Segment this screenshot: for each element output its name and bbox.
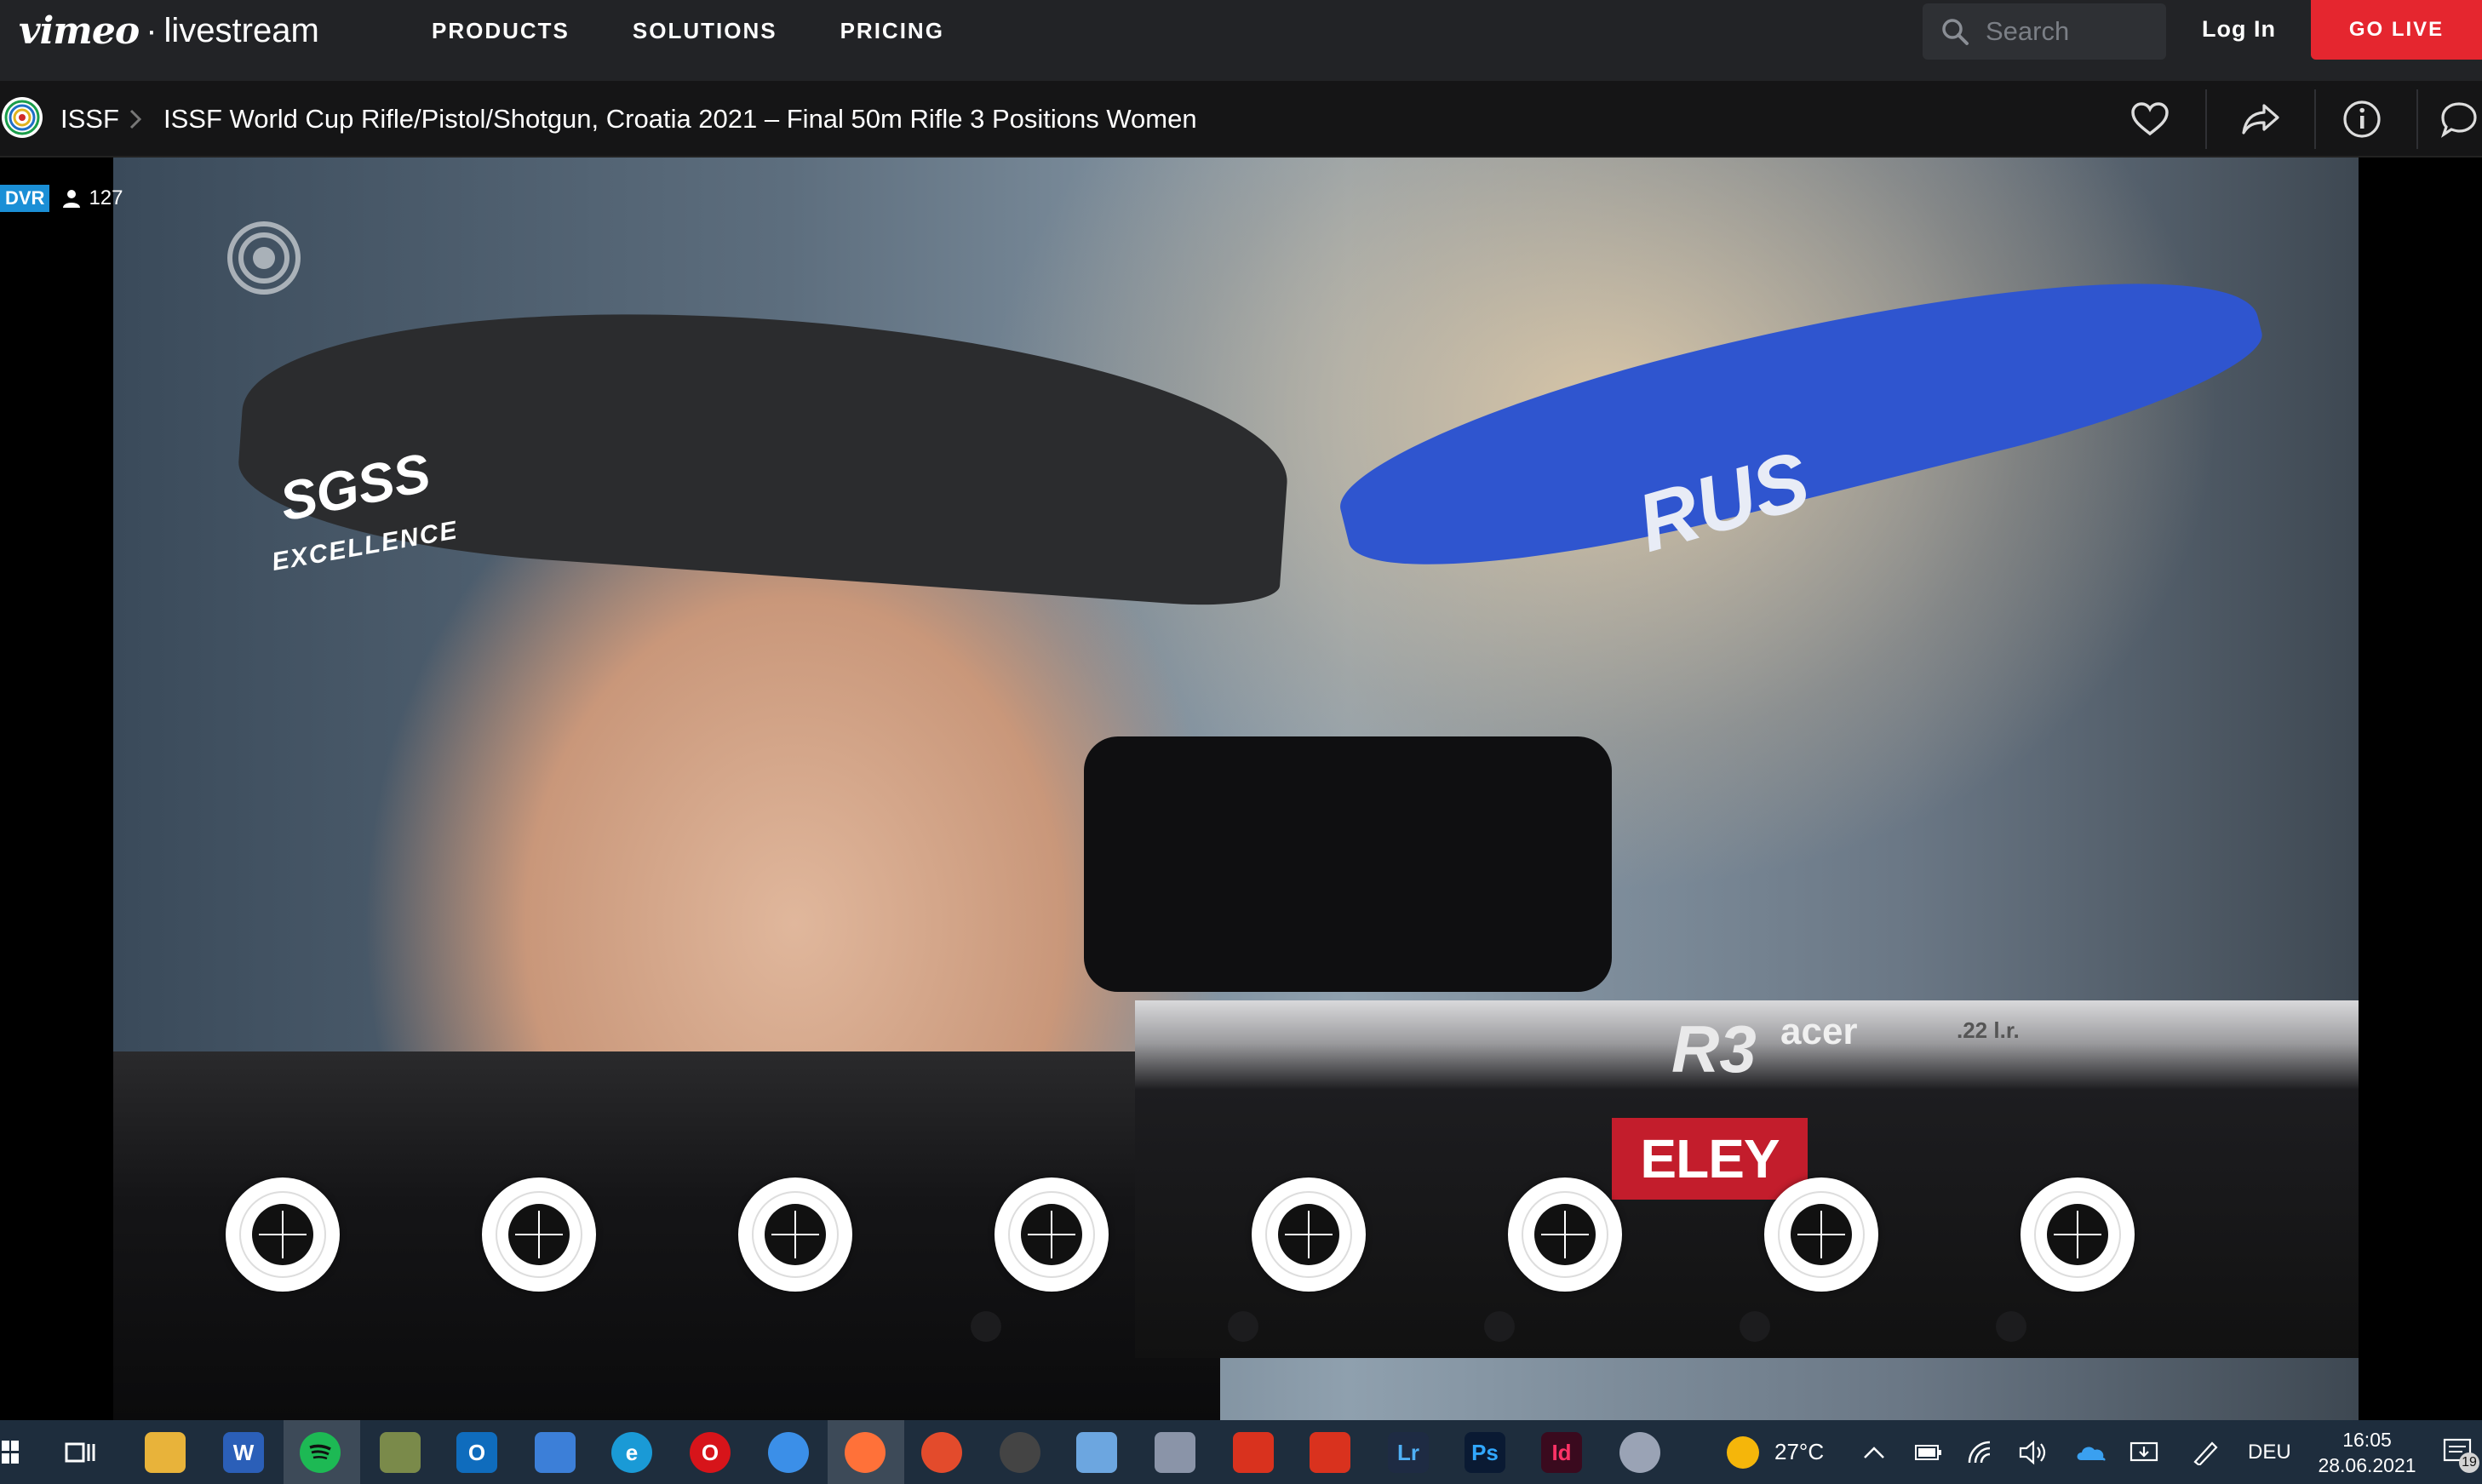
chevron-up-icon[interactable]: [1861, 1420, 1887, 1484]
heart-icon: [2131, 102, 2169, 136]
like-button[interactable]: [2120, 81, 2180, 158]
divider: [2205, 89, 2207, 149]
rifle-text-acer: acer: [1780, 1011, 1858, 1052]
lightroom-icon[interactable]: Lr: [1388, 1432, 1429, 1473]
target-1: [226, 1177, 340, 1292]
spotify-icon[interactable]: [300, 1432, 341, 1473]
pen-icon[interactable]: [2190, 1420, 2221, 1484]
photoshop-icon[interactable]: Ps: [1465, 1432, 1505, 1473]
page-title: ISSF World Cup Rifle/Pistol/Shotgun, Cro…: [163, 104, 1197, 134]
battery-icon[interactable]: [1914, 1420, 1943, 1484]
main-nav: PRODUCTS SOLUTIONS PRICING: [432, 0, 1007, 61]
system-clock[interactable]: 16:05 28.06.2021: [2299, 1427, 2435, 1478]
app-icon[interactable]: [1619, 1432, 1660, 1473]
person-icon: [63, 190, 81, 208]
start-icon[interactable]: [0, 1432, 20, 1473]
search-icon: [1942, 19, 1969, 45]
video-player[interactable]: DVR 127 SGSS EXCELLENCE RUS R3 acer .22 …: [0, 158, 2482, 1420]
target-2: [482, 1177, 596, 1292]
search-input[interactable]: Search: [1923, 3, 2166, 60]
divider: [2416, 89, 2418, 149]
dvr-badge: DVR: [0, 185, 50, 212]
volume-icon[interactable]: [2018, 1420, 2049, 1484]
info-icon: [2343, 100, 2381, 138]
shot-marker: [971, 1311, 1001, 1342]
issf-watermark-icon: [227, 221, 301, 295]
brand-separator: ·: [146, 11, 158, 49]
windows-taskbar: W O e O Lr Ps Id 27°C DEU 16:05 28.06.20…: [0, 1420, 2482, 1484]
target-6: [1508, 1177, 1622, 1292]
app-icon[interactable]: [1000, 1432, 1040, 1473]
target-overlay: [226, 1177, 2184, 1297]
acrobat-icon[interactable]: [1233, 1432, 1274, 1473]
go-live-button[interactable]: GO LIVE: [2311, 0, 2482, 60]
firefox-icon[interactable]: [845, 1432, 886, 1473]
breadcrumb-channel[interactable]: ISSF: [60, 81, 119, 158]
rifle-sight: [1084, 736, 1612, 992]
opera-icon[interactable]: O: [690, 1432, 731, 1473]
language-indicator[interactable]: DEU: [2248, 1420, 2291, 1484]
shot-marker: [1484, 1311, 1515, 1342]
task-view-icon[interactable]: [60, 1432, 100, 1473]
clock-time: 16:05: [2342, 1429, 2392, 1451]
shot-marker: [1740, 1311, 1770, 1342]
sun-icon: [1727, 1435, 1759, 1469]
wifi-icon[interactable]: [1967, 1420, 1996, 1484]
video-title-bar: ISSF ISSF World Cup Rifle/Pistol/Shotgun…: [0, 81, 2482, 158]
files-icon[interactable]: [535, 1432, 576, 1473]
safari-icon[interactable]: [768, 1432, 809, 1473]
weather-temp: 27°C: [1774, 1439, 1825, 1464]
app-icon[interactable]: [1076, 1432, 1117, 1473]
weather-widget[interactable]: 27°C: [1727, 1420, 1824, 1484]
target-4: [995, 1177, 1109, 1292]
target-8: [2021, 1177, 2135, 1292]
target-5: [1252, 1177, 1366, 1292]
divider: [2314, 89, 2316, 149]
app-icon[interactable]: [921, 1432, 962, 1473]
info-button[interactable]: [2333, 81, 2391, 158]
target-7: [1764, 1177, 1878, 1292]
outlook-icon[interactable]: O: [456, 1432, 497, 1473]
rifle-text-r3: R3: [1671, 1011, 1757, 1086]
nav-solutions[interactable]: SOLUTIONS: [633, 18, 777, 44]
screen-icon[interactable]: [2129, 1420, 2159, 1484]
notification-count: 19: [2459, 1452, 2479, 1473]
share-icon: [2242, 104, 2279, 135]
viewer-count-value: 127: [89, 186, 123, 209]
notifications-button[interactable]: 19: [2442, 1420, 2479, 1484]
athlete-visor-right: [1324, 216, 2274, 610]
login-button[interactable]: Log In: [2202, 0, 2276, 58]
onedrive-icon[interactable]: [2074, 1420, 2108, 1484]
photos-icon[interactable]: [380, 1432, 421, 1473]
app-icon[interactable]: [1155, 1432, 1195, 1473]
indesign-icon[interactable]: Id: [1541, 1432, 1582, 1473]
rifle-text-caliber: .22 l.r.: [1957, 1017, 2020, 1043]
player-badges: DVR 127: [0, 185, 123, 212]
nav-products[interactable]: PRODUCTS: [432, 18, 570, 44]
clock-date: 28.06.2021: [2318, 1454, 2416, 1476]
comment-icon: [2440, 102, 2477, 138]
chevron-right-icon: [128, 81, 143, 158]
share-button[interactable]: [2227, 81, 2295, 158]
edge-icon[interactable]: e: [611, 1432, 652, 1473]
top-navigation: vimeo · livestream PRODUCTS SOLUTIONS PR…: [0, 0, 2482, 81]
brand-primary: vimeo: [19, 9, 140, 53]
search-placeholder: Search: [1986, 16, 2070, 46]
comment-button[interactable]: [2435, 81, 2482, 158]
target-3: [738, 1177, 852, 1292]
issf-channel-logo-icon[interactable]: [0, 95, 44, 140]
vimeo-livestream-logo[interactable]: vimeo · livestream: [19, 0, 319, 61]
shot-marker: [1996, 1311, 2026, 1342]
nav-pricing[interactable]: PRICING: [840, 18, 944, 44]
word-icon[interactable]: W: [223, 1432, 264, 1473]
acrobat-reader-icon[interactable]: [1310, 1432, 1350, 1473]
file-explorer-icon[interactable]: [145, 1432, 186, 1473]
shot-marker: [1228, 1311, 1258, 1342]
brand-secondary: livestream: [163, 11, 319, 49]
viewer-count: 127: [61, 186, 123, 210]
